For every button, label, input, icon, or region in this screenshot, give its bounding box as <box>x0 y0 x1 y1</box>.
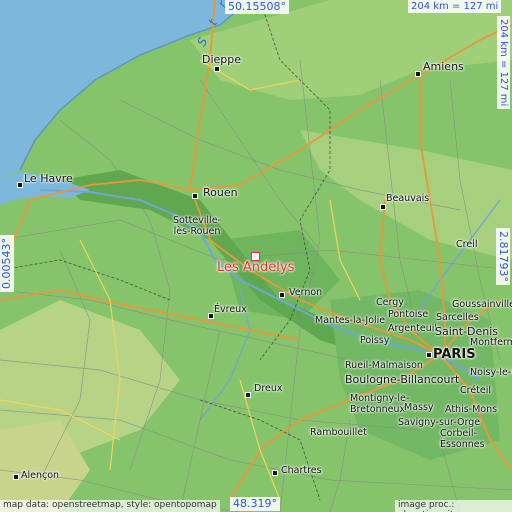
city-goussainville[interactable]: Goussainville <box>452 300 512 310</box>
city-amiens[interactable]: Amiens <box>423 61 464 72</box>
map-credit: map data: openstreetmap, style: opentopo… <box>0 500 220 512</box>
location-label: Les Andelys <box>217 260 295 275</box>
city-boulogne-billancourt[interactable]: Boulogne-Billancourt <box>345 374 459 385</box>
image-credit: image proc.: elevation.city <box>395 500 512 512</box>
city-beauvais-dot <box>380 204 386 210</box>
city-alencon-dot <box>13 474 19 480</box>
city-rouen-dot <box>192 193 198 199</box>
city-cergy[interactable]: Cergy <box>376 298 404 308</box>
city-pontoise[interactable]: Pontoise <box>388 310 428 320</box>
city-evreux[interactable]: Évreux <box>214 305 247 315</box>
city-noisy-le-grand[interactable]: Noisy-le-Grand <box>470 368 512 378</box>
coordinate-top: 50.15508° <box>225 0 289 15</box>
city-rueil-malmaison[interactable]: Rueil-Malmaison <box>345 361 423 371</box>
city-dreux-dot <box>245 392 251 398</box>
city-saint-denis[interactable]: Saint-Denis <box>435 326 498 337</box>
city-sarcelles[interactable]: Sarcelles <box>436 313 479 323</box>
coordinate-bottom: 48.319° <box>230 497 280 512</box>
city-chartres-dot <box>272 470 278 476</box>
city-amiens-dot <box>415 71 421 77</box>
city-corbeil-essonnes[interactable]: Corbeil-Essonnes <box>440 428 494 450</box>
city-beauvais[interactable]: Beauvais <box>386 194 429 204</box>
city-vernon-dot <box>279 292 285 298</box>
topographic-map[interactable]: S t r Dieppe Amiens Le Havre Rouen Sotte… <box>0 0 512 512</box>
scale-vertical: 204 km = 127 mi <box>497 16 510 110</box>
city-dieppe[interactable]: Dieppe <box>202 54 241 65</box>
city-dreux[interactable]: Dreux <box>254 384 283 394</box>
city-le-havre-dot <box>17 182 23 188</box>
city-savigny-sur-orge[interactable]: Savigny-sur-Orge <box>398 418 480 428</box>
city-sotteville-les-rouen[interactable]: Sotteville-lès-Rouen <box>166 215 228 237</box>
city-chartres[interactable]: Chartres <box>281 466 322 476</box>
scale-horizontal: 204 km = 127 mi <box>408 0 502 13</box>
city-massy[interactable]: Massy <box>404 403 434 413</box>
city-poissy[interactable]: Poissy <box>360 336 389 346</box>
city-creteil[interactable]: Créteil <box>460 386 491 396</box>
city-montigny-le-bretonneux[interactable]: Montigny-le-Bretonneux <box>350 393 412 415</box>
city-le-havre[interactable]: Le Havre <box>24 173 73 184</box>
city-montfermeil[interactable]: Montfermeil <box>470 338 512 348</box>
coordinate-right: 2.81793° <box>496 228 511 285</box>
city-evreux-dot <box>208 313 214 319</box>
city-vernon[interactable]: Vernon <box>289 288 322 298</box>
coordinate-left: 0.00543° <box>0 235 15 292</box>
city-rambouillet[interactable]: Rambouillet <box>310 428 367 438</box>
city-athis-mons[interactable]: Athis-Mons <box>445 405 497 415</box>
city-alencon[interactable]: Alençon <box>21 471 59 481</box>
city-creil[interactable]: Creil <box>456 240 477 250</box>
city-paris-dot <box>426 352 432 358</box>
city-dieppe-dot <box>214 66 220 72</box>
city-mantes-la-jolie[interactable]: Mantes-la-Jolie <box>315 316 385 326</box>
city-rouen[interactable]: Rouen <box>203 187 238 198</box>
city-paris[interactable]: PARIS <box>433 348 476 361</box>
city-argenteuil[interactable]: Argenteuil <box>388 324 437 334</box>
